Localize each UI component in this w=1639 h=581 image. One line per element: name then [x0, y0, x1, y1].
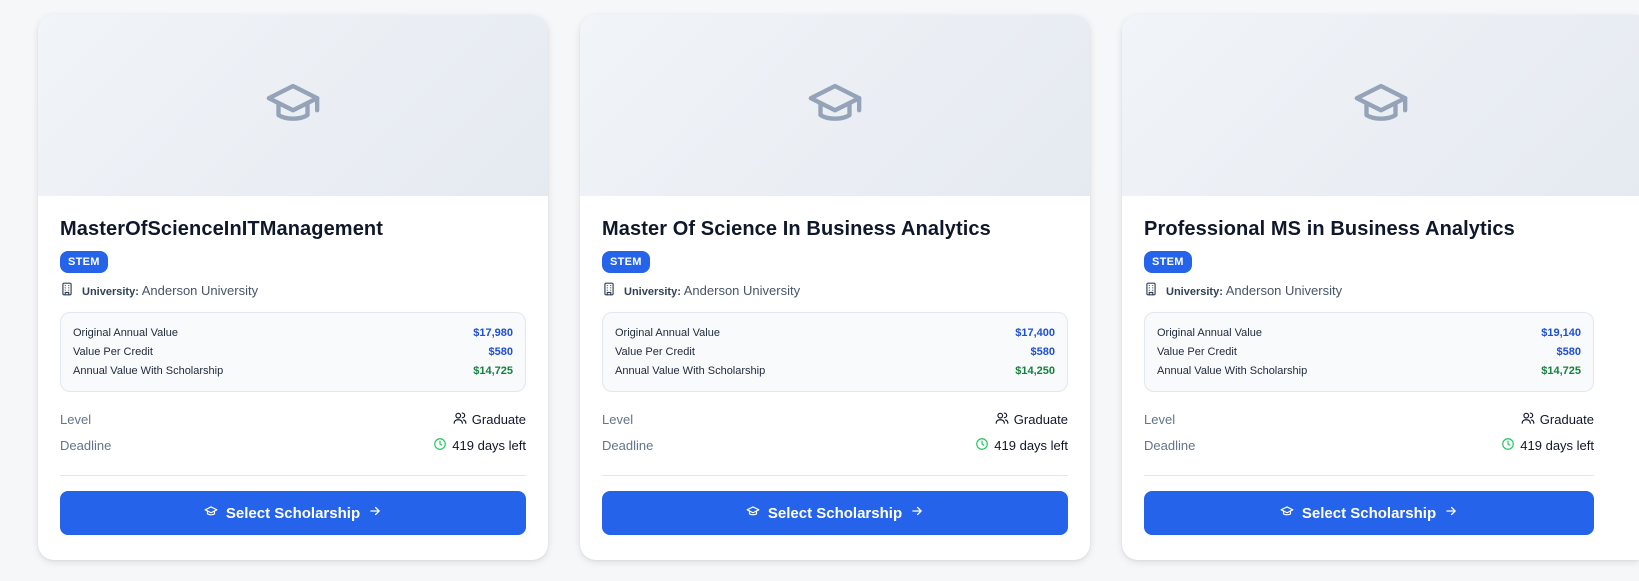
graduation-cap-icon [1280, 504, 1294, 522]
value-per-credit: $580 [488, 346, 513, 358]
original-annual-value: $17,400 [1015, 327, 1055, 339]
clock-icon [975, 437, 989, 454]
graduation-cap-icon [264, 74, 322, 137]
value-row: Annual Value With Scholarship $14,725 [73, 362, 513, 381]
value-summary: Original Annual Value $17,400 Value Per C… [602, 312, 1068, 392]
university-row: University: Anderson University [602, 282, 1068, 299]
stem-badge: STEM [60, 251, 108, 273]
card-hero [38, 15, 548, 196]
deadline-row: Deadline 419 days left [602, 432, 1068, 458]
level-label: Level [602, 411, 634, 427]
users-icon [1521, 411, 1535, 428]
annual-value-with-scholarship: $14,725 [473, 365, 513, 377]
level-value: Graduate [1013, 411, 1068, 427]
scholarship-card: Master Of Science In Business Analytics … [580, 15, 1090, 560]
clock-icon [433, 437, 447, 454]
divider [1144, 475, 1594, 476]
value-row: Value Per Credit $580 [73, 343, 513, 362]
graduation-cap-icon [1352, 74, 1410, 137]
value-summary: Original Annual Value $19,140 Value Per C… [1144, 312, 1594, 392]
meta-list: Level Graduate Deadline 419 days left [60, 406, 526, 458]
deadline-value: 419 days left [994, 437, 1068, 453]
arrow-right-icon [368, 504, 382, 522]
scholarship-title: Master Of Science In Business Analytics [602, 218, 991, 240]
select-scholarship-label: Select Scholarship [767, 504, 903, 522]
annual-value-with-scholarship: $14,725 [1541, 365, 1581, 377]
level-row: Level Graduate [60, 406, 526, 432]
users-icon [453, 411, 467, 428]
stem-badge: STEM [602, 251, 650, 273]
original-annual-value: $17,980 [473, 327, 513, 339]
university-name: Anderson University [141, 283, 259, 298]
select-scholarship-label: Select Scholarship [1301, 504, 1437, 522]
level-label: Level [1144, 411, 1176, 427]
annual-value-with-scholarship: $14,250 [1015, 365, 1055, 377]
building-icon [60, 282, 74, 299]
scholarship-card: MasterOfScienceInITManagement STEM Unive… [38, 15, 548, 560]
divider [60, 475, 526, 476]
stem-badge: STEM [1144, 251, 1192, 273]
deadline-label: Deadline [1144, 437, 1196, 453]
deadline-label: Deadline [602, 437, 654, 453]
value-label: Original Annual Value [1157, 327, 1262, 339]
graduation-cap-icon [806, 74, 864, 137]
value-per-credit: $580 [1030, 346, 1055, 358]
value-row: Original Annual Value $17,980 [73, 324, 513, 343]
value-row: Value Per Credit $580 [1157, 343, 1581, 362]
level-value: Graduate [471, 411, 526, 427]
value-per-credit: $580 [1556, 346, 1581, 358]
deadline-value: 419 days left [452, 437, 526, 453]
university-label: University: [82, 286, 139, 298]
value-row: Value Per Credit $580 [615, 343, 1055, 362]
level-value: Graduate [1539, 411, 1594, 427]
card-hero [580, 15, 1090, 196]
value-label: Annual Value With Scholarship [73, 365, 224, 377]
university-label: University: [1166, 286, 1223, 298]
deadline-value: 419 days left [1520, 437, 1594, 453]
select-scholarship-button[interactable]: Select Scholarship [602, 491, 1068, 535]
users-icon [995, 411, 1009, 428]
deadline-label: Deadline [60, 437, 112, 453]
value-row: Annual Value With Scholarship $14,725 [1157, 362, 1581, 381]
value-summary: Original Annual Value $17,980 Value Per C… [60, 312, 526, 392]
value-row: Original Annual Value $19,140 [1157, 324, 1581, 343]
select-scholarship-label: Select Scholarship [225, 504, 361, 522]
university-label: University: [624, 286, 681, 298]
arrow-right-icon [910, 504, 924, 522]
value-label: Value Per Credit [1157, 346, 1237, 358]
value-label: Original Annual Value [73, 327, 178, 339]
value-label: Value Per Credit [73, 346, 153, 358]
arrow-right-icon [1444, 504, 1458, 522]
deadline-row: Deadline 419 days left [60, 432, 526, 458]
value-label: Annual Value With Scholarship [1157, 365, 1308, 377]
scholarship-title: Professional MS in Business Analytics [1144, 218, 1515, 240]
value-label: Original Annual Value [615, 327, 720, 339]
university-row: University: Anderson University [60, 282, 526, 299]
select-scholarship-button[interactable]: Select Scholarship [60, 491, 526, 535]
value-row: Original Annual Value $17,400 [615, 324, 1055, 343]
clock-icon [1501, 437, 1515, 454]
graduation-cap-icon [746, 504, 760, 522]
level-label: Level [60, 411, 92, 427]
building-icon [1144, 282, 1158, 299]
level-row: Level Graduate [1144, 406, 1594, 432]
deadline-row: Deadline 419 days left [1144, 432, 1594, 458]
card-hero [1122, 15, 1639, 196]
value-row: Annual Value With Scholarship $14,250 [615, 362, 1055, 381]
meta-list: Level Graduate Deadline 419 days left [1144, 406, 1594, 458]
scholarship-title: MasterOfScienceInITManagement [60, 218, 383, 240]
divider [602, 475, 1068, 476]
building-icon [602, 282, 616, 299]
value-label: Annual Value With Scholarship [615, 365, 766, 377]
university-name: Anderson University [1225, 283, 1343, 298]
meta-list: Level Graduate Deadline 419 days left [602, 406, 1068, 458]
graduation-cap-icon [204, 504, 218, 522]
select-scholarship-button[interactable]: Select Scholarship [1144, 491, 1594, 535]
level-row: Level Graduate [602, 406, 1068, 432]
scholarship-card: Professional MS in Business Analytics ST… [1122, 15, 1639, 560]
university-name: Anderson University [683, 283, 801, 298]
original-annual-value: $19,140 [1541, 327, 1581, 339]
university-row: University: Anderson University [1144, 282, 1617, 299]
value-label: Value Per Credit [615, 346, 695, 358]
